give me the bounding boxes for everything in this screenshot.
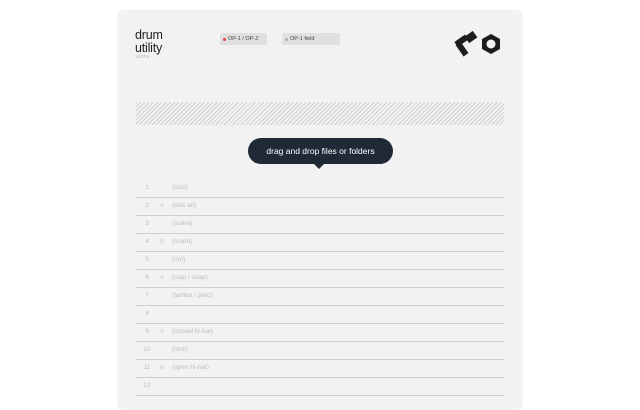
slot-name: (kick alt): [172, 202, 197, 209]
slot-name: (lock): [172, 346, 188, 353]
slot-row[interactable]: 6 ≡ (clap / snap): [136, 270, 504, 288]
slot-name: (snare): [172, 220, 193, 227]
drag-handle-icon[interactable]: ≡: [160, 203, 164, 209]
slot-row[interactable]: 12: [136, 378, 504, 396]
slot-row[interactable]: 11 ≡ (open hi-hat): [136, 360, 504, 378]
slot-name: (rim): [172, 256, 186, 263]
drag-handle-icon[interactable]: ≡: [160, 365, 164, 371]
slot-row[interactable]: 2 ≡ (kick alt): [136, 198, 504, 216]
slot-name: (tambo / perc): [172, 292, 213, 299]
device-button-op1-opz[interactable]: OP-1 / OP-Z: [220, 33, 267, 45]
slot-row[interactable]: 4 ≡ (snare): [136, 234, 504, 252]
slot-row[interactable]: 5 (rim): [136, 252, 504, 270]
slot-row[interactable]: 10 (lock): [136, 342, 504, 360]
device-label: OP-1 / OP-Z: [228, 36, 259, 42]
app-panel: drum utility alpha OP-1 / OP-Z OP-1 fiel…: [117, 10, 523, 410]
slot-number: 4: [145, 238, 149, 245]
drag-handle-icon[interactable]: ≡: [160, 329, 164, 335]
device-label: OP-1 field: [290, 36, 315, 42]
teenage-engineering-logo-icon: [454, 30, 500, 57]
slot-number: 6: [145, 274, 149, 281]
drop-zone[interactable]: [136, 102, 504, 125]
status-dot-icon: [223, 37, 226, 41]
slot-name: (snare): [172, 238, 193, 245]
slot-name: (kick): [172, 184, 188, 191]
status-dot-icon: [285, 37, 288, 41]
slot-name: (clap / snap): [172, 274, 208, 281]
slot-number: 8: [145, 310, 149, 317]
slot-number: 10: [143, 346, 151, 353]
slot-name: (closed hi-hat): [172, 328, 214, 335]
slot-row[interactable]: 3 (snare): [136, 216, 504, 234]
slot-number: 3: [145, 220, 149, 227]
slot-number: 12: [143, 382, 151, 389]
app-title: drum utility: [135, 29, 163, 55]
slot-number: 1: [145, 184, 149, 191]
drag-handle-icon[interactable]: ≡: [160, 275, 164, 281]
slot-number: 11: [143, 364, 151, 371]
app-subtitle: alpha: [136, 54, 150, 60]
drag-handle-icon[interactable]: ≡: [160, 239, 164, 245]
slot-number: 9: [145, 328, 149, 335]
slot-name: (open hi-hat): [172, 364, 209, 371]
slot-number: 7: [145, 292, 149, 299]
slot-row[interactable]: 1 (kick): [136, 180, 504, 198]
slot-number: 2: [145, 202, 149, 209]
drum-slot-list: 1 (kick) 2 ≡ (kick alt) 3 (snare) 4 ≡ (snare) …: [136, 180, 504, 396]
slot-row[interactable]: 8: [136, 306, 504, 324]
slot-number: 5: [145, 256, 149, 263]
device-button-op1-field[interactable]: OP-1 field: [282, 33, 340, 45]
drop-hint-tooltip: drag and drop files or folders: [248, 138, 393, 169]
slot-row[interactable]: 7 (tambo / perc): [136, 288, 504, 306]
slot-row[interactable]: 9 ≡ (closed hi-hat): [136, 324, 504, 342]
